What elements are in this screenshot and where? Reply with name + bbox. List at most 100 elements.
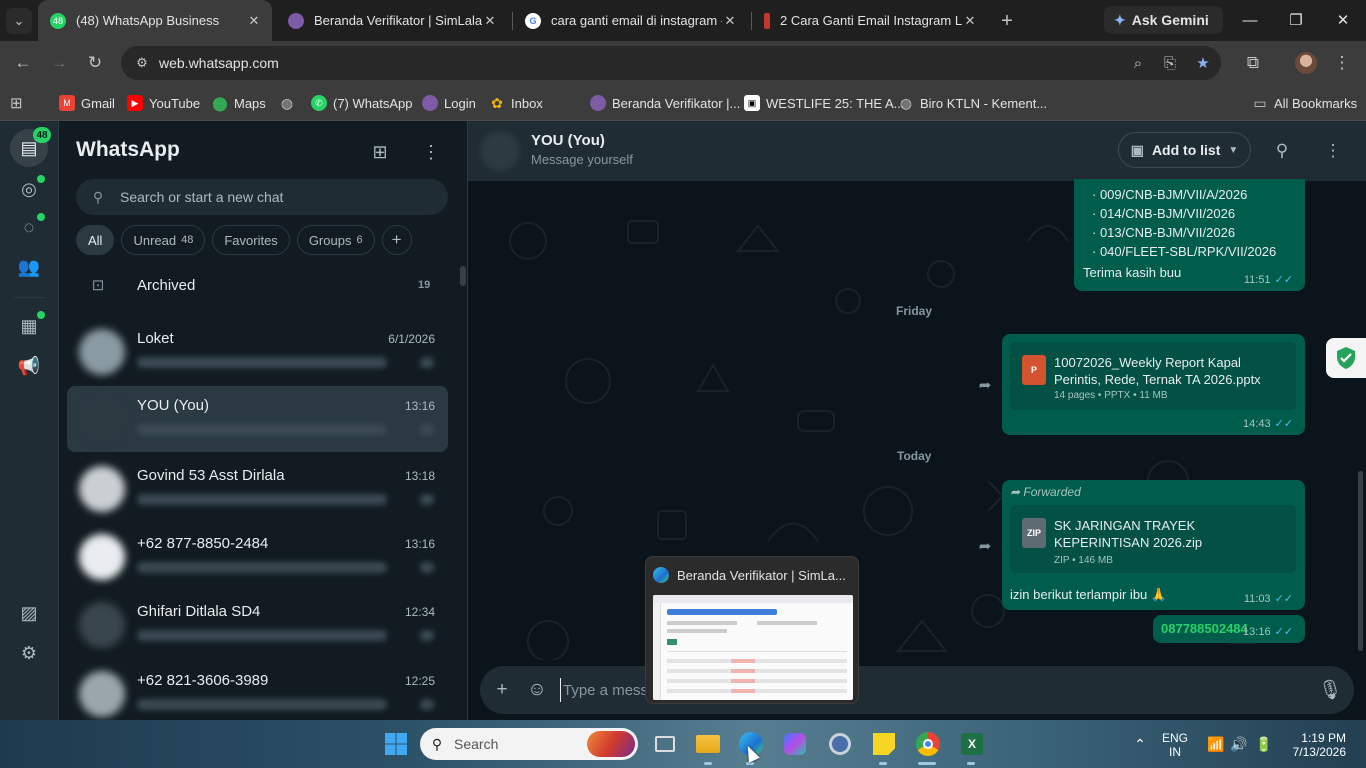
address-bar[interactable]: ⚙ web.whatsapp.com ⌕ ⎘ ★ [121, 46, 1221, 80]
add-filter-plus-icon[interactable]: + [381, 225, 412, 255]
volume-icon[interactable]: 🔊 [1225, 730, 1253, 758]
copilot-icon[interactable] [781, 730, 809, 758]
message-bubble-outgoing[interactable]: 087788502484 13:16 ✓✓ [1153, 615, 1305, 643]
reload-icon[interactable]: ↻ [83, 51, 107, 75]
new-chat-icon[interactable]: ⊞ [367, 139, 393, 165]
extensions-puzzle-icon[interactable]: ⧉ [1241, 51, 1265, 75]
contact-avatar[interactable] [480, 131, 520, 171]
filter-favorites[interactable]: Favorites [212, 225, 290, 255]
zoom-search-icon[interactable]: ⌕ [1126, 51, 1150, 75]
attach-plus-icon[interactable]: + [490, 678, 514, 702]
message-composer: + ☺ 🎙 [468, 660, 1366, 720]
bookmark-star-icon[interactable]: ★ [1191, 51, 1215, 75]
forward-arrow-icon[interactable]: → [47, 51, 71, 75]
message-bubble-outgoing[interactable]: ➦ Forwarded ZIP SK JARINGAN TRAYEK KEPER… [1002, 480, 1305, 610]
bookmark-biro-ktln[interactable]: ◍ Biro KTLN - Kement... [898, 92, 1047, 114]
forward-arrow-icon[interactable]: ➦ [974, 374, 996, 396]
chat-row[interactable]: Loket 6/1/2026 [67, 319, 448, 385]
contact-name[interactable]: YOU (You) [531, 132, 605, 149]
reference-line: · 040/FLEET-SBL/RPK/VII/2026 [1092, 244, 1277, 259]
chat-list-scrollbar[interactable] [460, 266, 466, 286]
input-language-indicator[interactable]: ENG IN [1162, 731, 1188, 759]
battery-icon[interactable]: 🔋 [1250, 730, 1278, 758]
advertise-megaphone-icon[interactable]: 📢 [15, 352, 43, 380]
taskbar-search[interactable]: ⚲ Search [420, 728, 638, 760]
microphone-icon[interactable]: 🎙 [1318, 678, 1342, 702]
search-icon[interactable]: ⚲ [1269, 138, 1295, 164]
close-tab-icon[interactable]: ✕ [482, 13, 498, 29]
conversation-scrollbar[interactable] [1358, 471, 1363, 651]
task-view-icon[interactable] [651, 730, 679, 758]
settings-gear-icon[interactable]: ⚙ [15, 639, 43, 667]
preview-thumbnail[interactable] [653, 595, 853, 700]
phone-number-link[interactable]: 087788502484 [1161, 621, 1248, 636]
close-tab-icon[interactable]: ✕ [722, 13, 738, 29]
chat-row[interactable]: Govind 53 Asst Dirlala 13:18 [67, 456, 448, 522]
youtube-icon: ▶ [127, 95, 143, 111]
filter-groups[interactable]: Groups 6 [296, 225, 375, 255]
taskbar-window-preview[interactable]: Beranda Verifikator | SimLa... [645, 556, 859, 704]
emoji-sticker-icon[interactable]: ☺ [525, 678, 549, 702]
bookmark-whatsapp[interactable]: ✆ (7) WhatsApp [311, 92, 412, 114]
bookmark-gmail[interactable]: M Gmail [59, 92, 115, 114]
chat-row[interactable]: Ghifari Ditlala SD4 12:34 [67, 592, 448, 658]
sticky-notes-icon[interactable] [870, 730, 898, 758]
menu-kebab-icon[interactable]: ⋮ [418, 139, 444, 165]
profile-avatar[interactable] [1294, 51, 1318, 75]
menu-kebab-icon[interactable]: ⋮ [1320, 138, 1346, 164]
close-window-icon[interactable]: ✕ [1330, 8, 1356, 32]
restore-window-icon[interactable]: ❐ [1283, 8, 1309, 32]
tab-google-search[interactable]: G cara ganti email di instagram - G ✕ [513, 0, 748, 41]
bookmark-login[interactable]: Login [422, 92, 476, 114]
apps-grid-icon[interactable]: ⊞ [10, 92, 23, 114]
bookmark-youtube[interactable]: ▶ YouTube [127, 92, 200, 114]
archived-row[interactable]: ⊡ Archived 19 [59, 266, 467, 304]
chrome-menu-icon[interactable]: ⋮ [1330, 51, 1354, 75]
search-input[interactable] [120, 189, 420, 205]
bookmark-beranda-verifikator[interactable]: Beranda Verifikator |... [590, 92, 740, 114]
message-bubble-outgoing[interactable]: · 009/CNB-BJM/VII/A/2026 · 014/CNB-BJM/V… [1074, 179, 1305, 291]
minimize-icon[interactable]: — [1237, 8, 1263, 32]
filter-unread[interactable]: Unread 48 [121, 225, 206, 255]
shield-extension-icon[interactable] [1326, 338, 1366, 378]
tab-beranda-verifikator[interactable]: Beranda Verifikator | SimLala ✕ [276, 0, 508, 41]
chat-row[interactable]: +62 877-8850-2484 13:16 [67, 524, 448, 590]
chat-row[interactable]: YOU (You) 13:16 [67, 386, 448, 452]
chat-search[interactable]: ⚲ [76, 179, 448, 215]
clock[interactable]: 1:19 PM 7/13/2026 [1290, 731, 1346, 759]
forward-arrow-icon[interactable]: ➦ [974, 535, 996, 557]
ask-gemini-button[interactable]: ✦ Ask Gemini [1104, 6, 1223, 34]
chat-row[interactable]: +62 821-3606-3989 12:25 [67, 661, 448, 720]
bookmark-maps[interactable]: ⬤ Maps [212, 92, 266, 114]
tab-search-chevron-icon[interactable]: ⌄ [6, 8, 32, 34]
excel-icon[interactable]: X [958, 730, 986, 758]
tab-whatsapp-business[interactable]: 48 (48) WhatsApp Business ✕ [38, 0, 272, 41]
chat-status-blurred [420, 562, 434, 573]
date-separator: Friday [896, 304, 933, 318]
file-explorer-icon[interactable] [694, 730, 722, 758]
tray-chevron-up-icon[interactable]: ⌃ [1126, 730, 1154, 758]
add-to-list-button[interactable]: ▣ Add to list ▼ [1118, 132, 1251, 168]
new-tab-plus-icon[interactable]: + [995, 9, 1019, 33]
install-app-icon[interactable]: ⎘ [1158, 51, 1182, 75]
filter-all[interactable]: All [76, 225, 115, 255]
document-attachment[interactable]: P 10072026_Weekly Report Kapal Perintis,… [1010, 342, 1296, 410]
windows-start-icon[interactable] [382, 730, 410, 758]
close-tab-icon[interactable]: ✕ [962, 13, 978, 29]
message-bubble-outgoing[interactable]: P 10072026_Weekly Report Kapal Perintis,… [1002, 334, 1305, 435]
all-bookmarks[interactable]: ▭ All Bookmarks [1252, 92, 1357, 114]
site-settings-icon[interactable]: ⚙ [127, 55, 157, 71]
media-gallery-icon[interactable]: ▨ [15, 599, 43, 627]
camera-app-icon[interactable] [826, 730, 854, 758]
bookmark-westlife[interactable]: ▣ WESTLIFE 25: THE A... [744, 92, 904, 114]
bookmark-inbox[interactable]: ✿ Inbox [489, 92, 543, 114]
close-tab-icon[interactable]: ✕ [246, 13, 262, 29]
back-arrow-icon[interactable]: ← [11, 51, 35, 75]
tab-cara-ganti-email[interactable]: 2 Cara Ganti Email Instagram Le ✕ [752, 0, 988, 41]
communities-icon[interactable]: 👥 [15, 253, 43, 281]
chrome-browser-icon[interactable] [914, 730, 942, 758]
bookmark-globe[interactable]: ◍ [279, 92, 301, 114]
document-attachment[interactable]: ZIP SK JARINGAN TRAYEK KEPERINTISAN 2026… [1010, 505, 1296, 573]
url-text[interactable]: web.whatsapp.com [159, 55, 279, 71]
document-meta: 14 pages • PPTX • 11 MB [1054, 390, 1168, 401]
